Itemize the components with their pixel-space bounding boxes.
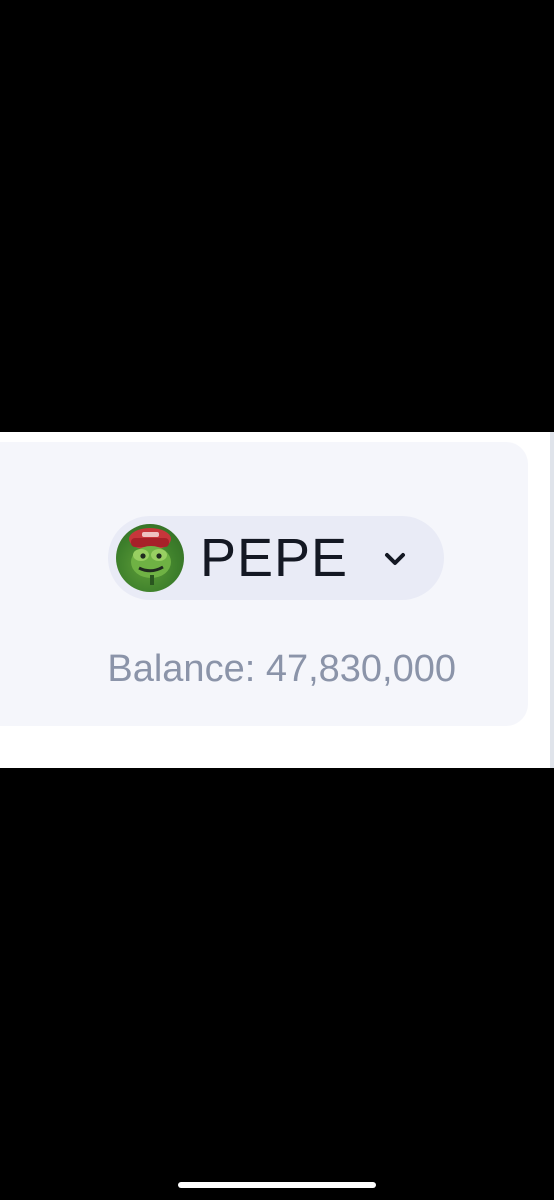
pepe-frog-icon — [116, 524, 184, 592]
chevron-down-icon — [380, 544, 410, 574]
token-input-card: PEPE Balance: 47,830,000 — [0, 442, 528, 726]
panel-edge-divider — [550, 432, 554, 768]
token-balance: Balance: 47,830,000 — [107, 648, 456, 690]
swap-panel-crop: PEPE Balance: 47,830,000 — [0, 432, 554, 768]
screenshot-frame: PEPE Balance: 47,830,000 — [0, 0, 554, 1200]
token-selector-button[interactable]: PEPE — [108, 516, 444, 600]
home-indicator[interactable] — [178, 1182, 376, 1188]
token-symbol: PEPE — [200, 528, 349, 588]
